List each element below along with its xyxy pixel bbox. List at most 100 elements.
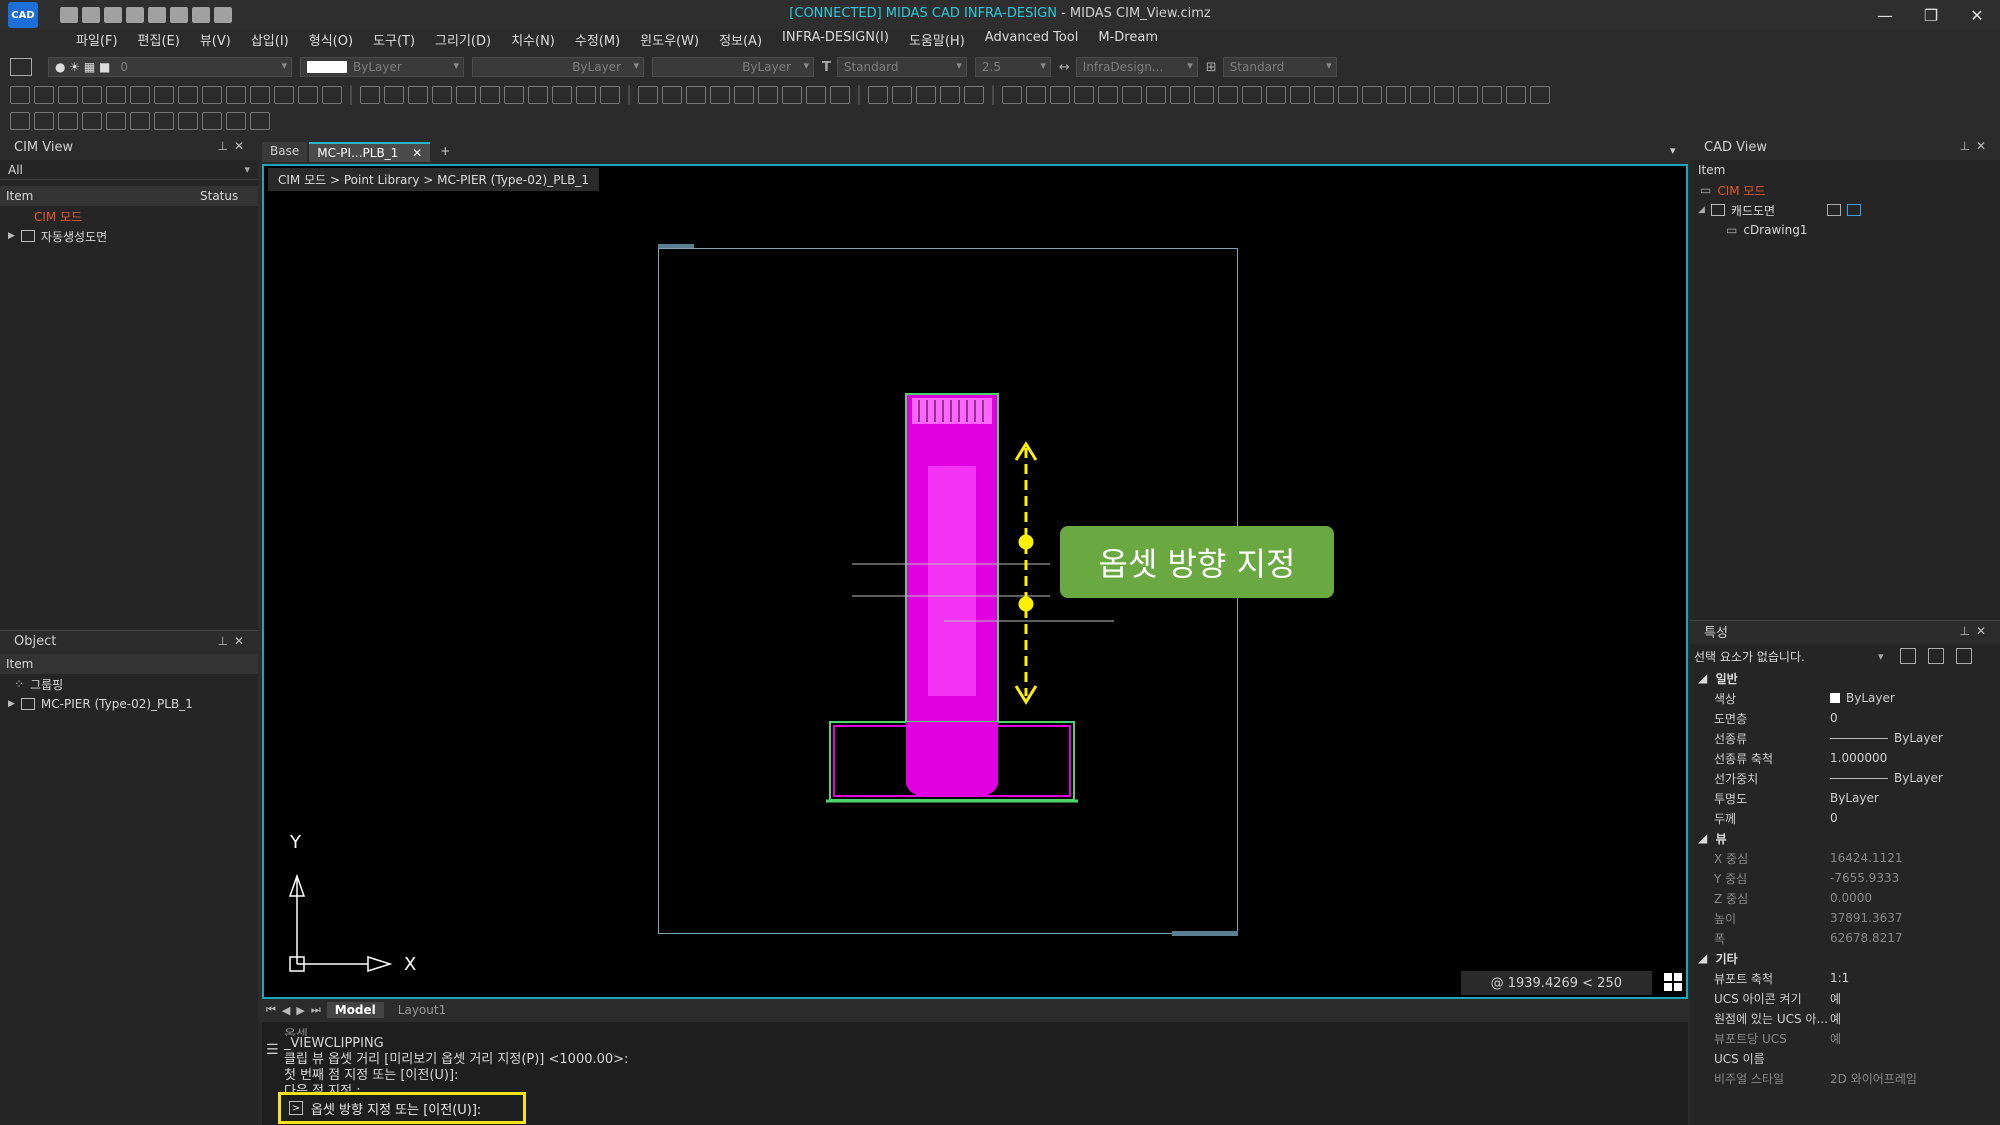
menu-infra-design[interactable]: INFRA-DESIGN(I)	[772, 28, 899, 50]
tool-icon[interactable]	[868, 86, 888, 104]
tool-icon[interactable]	[1338, 86, 1358, 104]
tool-icon[interactable]	[154, 112, 174, 130]
tool-icon[interactable]	[298, 86, 318, 104]
tool-icon[interactable]	[528, 86, 548, 104]
tool-icon[interactable]	[710, 86, 730, 104]
category-general[interactable]: ◢ 일반	[1690, 668, 2000, 688]
tool-icon[interactable]	[322, 86, 342, 104]
tool-icon[interactable]	[154, 86, 174, 104]
color-combo[interactable]: ByLayer	[300, 57, 464, 77]
tab-list-chevron-icon[interactable]: ▾	[1670, 144, 1676, 157]
command-input[interactable]: > 옵셋 방향 지정 또는 [이전(U)]:	[278, 1092, 526, 1124]
tool-icon[interactable]	[1050, 86, 1070, 104]
tree-item-cim-mode[interactable]: CIM 모드	[0, 206, 258, 226]
prop-transparency[interactable]: 투명도 ByLayer	[1690, 788, 2000, 808]
next-layout-icon[interactable]: ▶	[296, 1004, 304, 1017]
tool-icon[interactable]	[940, 86, 960, 104]
pickadd-icon[interactable]	[1956, 648, 1972, 664]
tool-icon[interactable]	[408, 86, 428, 104]
redo-icon[interactable]	[214, 7, 232, 23]
tool-icon[interactable]	[1242, 86, 1262, 104]
tool-icon[interactable]	[1002, 86, 1022, 104]
tool-icon[interactable]	[1410, 86, 1430, 104]
tool-icon[interactable]	[1290, 86, 1310, 104]
select-objects-icon[interactable]	[1928, 648, 1944, 664]
tool-icon[interactable]	[1098, 86, 1118, 104]
drawing-viewport[interactable]: CIM 모드 > Point Library > MC-PIER (Type-0…	[262, 164, 1688, 999]
expand-icon[interactable]: ▶	[8, 231, 15, 241]
viewport-layout-icon[interactable]	[1664, 973, 1682, 991]
tool-icon[interactable]	[686, 86, 706, 104]
plot-icon[interactable]	[170, 7, 188, 23]
tool-icon[interactable]	[106, 112, 126, 130]
prop-viewport-scale[interactable]: 뷰포트 축척 1:1	[1690, 968, 2000, 988]
lineweight-combo[interactable]: ByLayer	[652, 57, 814, 77]
tool-icon[interactable]	[178, 86, 198, 104]
tab-model[interactable]: Model	[326, 1002, 384, 1018]
tool-icon[interactable]	[34, 86, 54, 104]
tool-icon[interactable]	[226, 86, 246, 104]
tool-icon[interactable]	[10, 86, 30, 104]
tool-icon[interactable]	[1434, 86, 1454, 104]
prop-color[interactable]: 색상 ByLayer	[1690, 688, 2000, 708]
model-view-icon[interactable]	[1847, 204, 1862, 216]
save-icon[interactable]	[104, 7, 122, 23]
prop-ucs-at-origin[interactable]: 원점에 있는 UCS 아... 예	[1690, 1008, 2000, 1028]
tab-base[interactable]: Base	[262, 142, 308, 162]
tree-item-pier[interactable]: ▶ MC-PIER (Type-02)_PLB_1	[0, 694, 258, 714]
tool-icon[interactable]	[250, 112, 270, 130]
menu-edit[interactable]: 편집(E)	[128, 28, 190, 50]
menu-file[interactable]: 파일(F)	[66, 28, 128, 50]
panel-pin-close-icons[interactable]: ⊥✕	[1959, 624, 1992, 638]
tool-icon[interactable]	[638, 86, 658, 104]
tool-icon[interactable]	[10, 112, 30, 130]
tree-item-cdrawing1[interactable]: ▭ cDrawing1	[1690, 220, 2000, 240]
tool-icon[interactable]	[432, 86, 452, 104]
tool-icon[interactable]	[1146, 86, 1166, 104]
tool-icon[interactable]	[782, 86, 802, 104]
tool-icon[interactable]	[130, 86, 150, 104]
drawing-canvas[interactable]	[264, 166, 1686, 997]
tree-item-grouping[interactable]: ⁘ 그룹핑	[0, 674, 258, 694]
tool-icon[interactable]	[1386, 86, 1406, 104]
tool-icon[interactable]	[82, 86, 102, 104]
select-icon[interactable]	[82, 112, 102, 130]
tab-layout1[interactable]: Layout1	[390, 1002, 454, 1018]
prop-lineweight[interactable]: 선가중치 ByLayer	[1690, 768, 2000, 788]
restore-button[interactable]: ❐	[1908, 0, 1954, 30]
app-logo[interactable]: CAD	[8, 2, 38, 28]
tree-item-auto-drawing[interactable]: ▶ 자동생성도면	[0, 226, 258, 246]
save-as-icon[interactable]	[126, 7, 144, 23]
tool-icon[interactable]	[58, 86, 78, 104]
tree-item-cad-drawings[interactable]: ◢ 캐드도면	[1690, 200, 2000, 220]
tool-icon[interactable]	[250, 86, 270, 104]
menu-advanced-tool[interactable]: Advanced Tool	[975, 28, 1089, 50]
close-window-button[interactable]: ✕	[1954, 0, 2000, 30]
undo-icon[interactable]	[192, 7, 210, 23]
table-style-combo[interactable]: Standard	[1222, 57, 1337, 77]
tool-icon[interactable]	[106, 86, 126, 104]
text-style-combo[interactable]: Standard	[836, 57, 967, 77]
menu-tools[interactable]: 도구(T)	[363, 28, 425, 50]
tool-icon[interactable]	[1122, 86, 1142, 104]
tool-icon[interactable]	[504, 86, 524, 104]
tool-icon[interactable]	[360, 86, 380, 104]
tool-icon[interactable]	[1074, 86, 1094, 104]
tool-icon[interactable]	[916, 86, 936, 104]
tool-icon[interactable]	[456, 86, 476, 104]
first-layout-icon[interactable]: ⏮	[266, 1003, 276, 1017]
open-icon[interactable]	[82, 7, 100, 23]
tool-icon[interactable]	[1458, 86, 1478, 104]
minimize-button[interactable]: —	[1862, 0, 1908, 30]
tool-icon[interactable]	[202, 112, 222, 130]
category-view[interactable]: ◢ 뷰	[1690, 828, 2000, 848]
linetype-combo[interactable]: ByLayer	[472, 57, 644, 77]
new-icon[interactable]	[60, 7, 78, 23]
dim-style-combo[interactable]: InfraDesign...	[1075, 57, 1198, 77]
tool-icon[interactable]	[892, 86, 912, 104]
menu-draw[interactable]: 그리기(D)	[425, 28, 501, 50]
tool-icon[interactable]	[1194, 86, 1214, 104]
tool-icon[interactable]	[806, 86, 826, 104]
tool-icon[interactable]	[1506, 86, 1526, 104]
menu-format[interactable]: 형식(O)	[299, 28, 363, 50]
